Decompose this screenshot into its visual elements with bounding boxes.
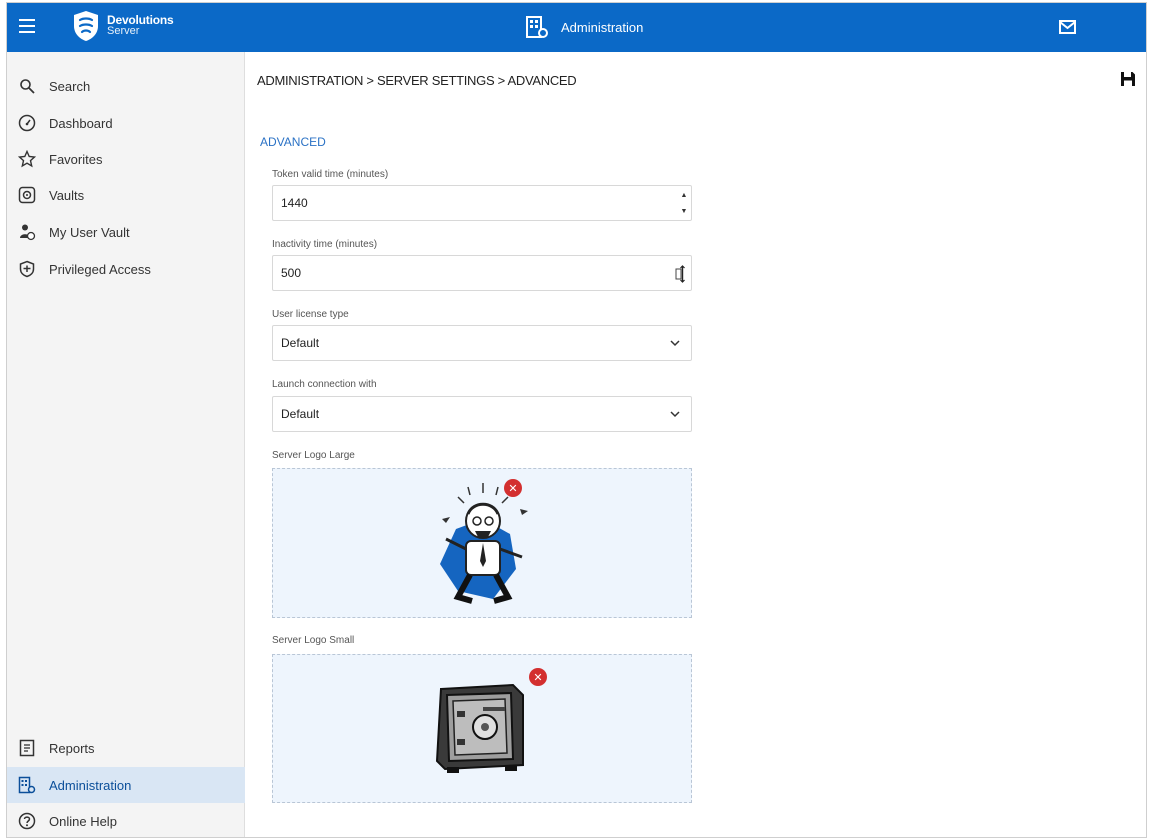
launch-connection-with-label: Launch connection with — [272, 379, 377, 390]
inactivity-time-label: Inactivity time (minutes) — [272, 239, 378, 250]
sidebar-item-label: Favorites — [49, 151, 103, 167]
remove-small-logo-button[interactable]: ✕ — [529, 668, 547, 686]
token-valid-time-label: Token valid time (minutes) — [272, 169, 389, 180]
section-title: ADVANCED — [260, 135, 326, 149]
user-license-type-label: User license type — [272, 309, 349, 320]
vault-icon — [17, 185, 37, 205]
sidebar-item-reports[interactable]: Reports — [7, 730, 245, 766]
save-icon[interactable] — [1120, 71, 1136, 87]
sidebar-item-search[interactable]: Search — [7, 68, 245, 104]
hamburger-menu-icon[interactable] — [19, 19, 35, 33]
top-bar: Devolutions Server Administration — [7, 3, 1146, 52]
launch-connection-with-value: Default — [281, 407, 320, 421]
sidebar-item-favorites[interactable]: Favorites — [7, 141, 245, 177]
sidebar-item-label: Search — [49, 78, 91, 94]
user-license-type-value: Default — [281, 336, 320, 350]
stressed-man-logo-image — [440, 483, 528, 604]
sidebar-item-label: Vaults — [49, 187, 85, 203]
user-vault-icon — [17, 222, 37, 242]
token-valid-time-input[interactable]: 1440 ▲ ▼ — [272, 185, 692, 221]
sidebar-item-privileged-access[interactable]: Privileged Access — [7, 251, 245, 287]
token-valid-time-value: 1440 — [281, 196, 308, 210]
dashboard-icon — [17, 113, 37, 133]
inactivity-time-value: 500 — [281, 266, 302, 280]
inactivity-time-input[interactable]: 500 — [272, 255, 692, 291]
sidebar-item-vaults[interactable]: Vaults — [7, 177, 245, 213]
sidebar-item-label: Privileged Access — [49, 261, 151, 277]
server-logo-small-label: Server Logo Small — [272, 635, 355, 646]
sidebar-item-my-user-vault[interactable]: My User Vault — [7, 214, 245, 250]
product-name: Server — [107, 25, 140, 37]
topbar-title-label: Administration — [561, 19, 644, 35]
mail-icon[interactable] — [1059, 20, 1076, 34]
sidebar: Search Dashboard Favorites Vaults My Use… — [7, 52, 245, 837]
app-logo[interactable]: Devolutions Server — [71, 9, 174, 43]
sidebar-item-label: Dashboard — [49, 115, 113, 131]
safe-logo-image — [435, 683, 524, 773]
sidebar-item-label: Online Help — [49, 813, 117, 829]
search-icon — [17, 76, 37, 96]
devolutions-shield-icon — [74, 11, 98, 41]
help-icon — [17, 811, 37, 831]
sidebar-item-dashboard[interactable]: Dashboard — [7, 105, 245, 141]
user-license-type-select[interactable]: Default — [272, 325, 692, 361]
sidebar-item-administration[interactable]: Administration — [7, 767, 245, 803]
breadcrumb: ADMINISTRATION > SERVER SETTINGS > ADVAN… — [257, 73, 577, 88]
app-window: Devolutions Server Administration Search — [6, 2, 1147, 838]
decrement-arrow-icon[interactable]: ▼ — [679, 205, 689, 217]
chevron-down-icon — [670, 411, 680, 418]
sidebar-item-label: My User Vault — [49, 224, 130, 240]
remove-large-logo-button[interactable]: ✕ — [504, 479, 522, 497]
server-logo-small-dropzone[interactable]: ✕ — [272, 654, 692, 803]
launch-connection-with-select[interactable]: Default — [272, 396, 692, 432]
administration-building-icon — [526, 16, 548, 38]
chevron-down-icon — [670, 340, 680, 347]
server-logo-large-dropzone[interactable]: ✕ — [272, 468, 692, 618]
administration-icon — [17, 775, 37, 795]
sidebar-item-label: Reports — [49, 740, 95, 756]
star-icon — [17, 149, 37, 169]
sidebar-item-label: Administration — [49, 777, 132, 793]
sidebar-item-online-help[interactable]: Online Help — [7, 803, 245, 837]
stepper-cursor-icon[interactable] — [675, 264, 687, 284]
increment-arrow-icon[interactable]: ▲ — [679, 189, 689, 201]
shield-icon — [17, 259, 37, 279]
server-logo-large-label: Server Logo Large — [272, 450, 355, 461]
topbar-title: Administration — [525, 15, 643, 39]
reports-icon — [17, 738, 37, 758]
number-stepper: ▲ ▼ — [679, 189, 689, 217]
